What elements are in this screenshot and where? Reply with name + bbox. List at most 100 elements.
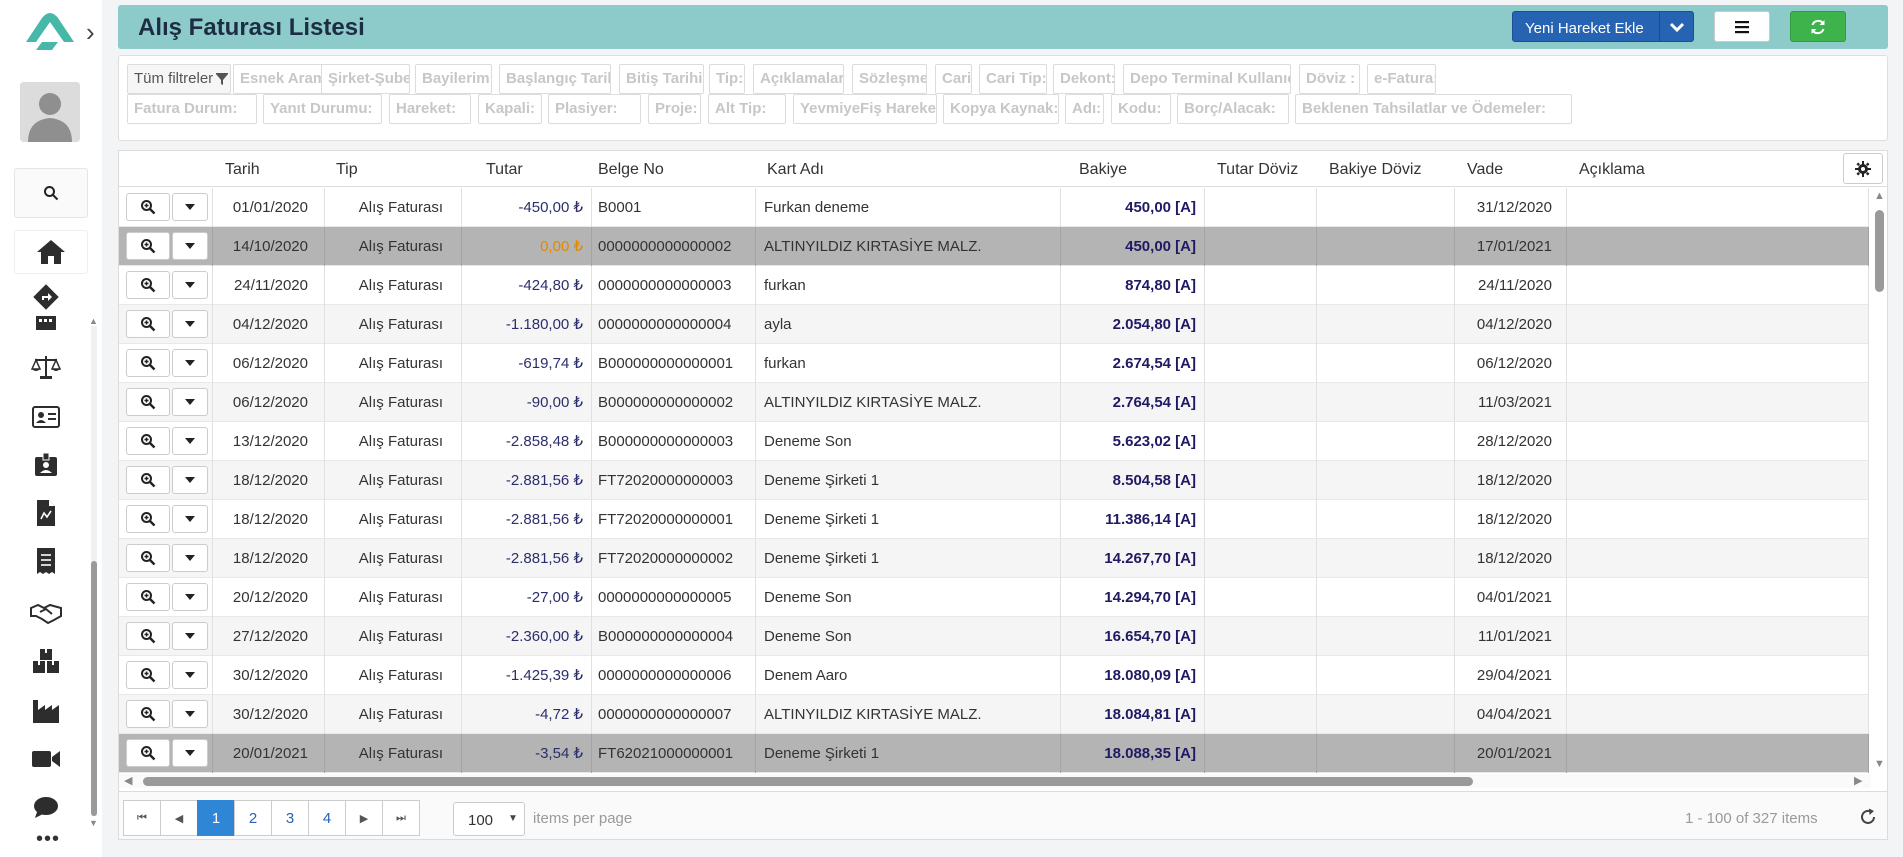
row-detail-button[interactable]: [126, 466, 170, 494]
prev-page-button[interactable]: ◀: [160, 800, 198, 836]
table-row[interactable]: 30/12/2020 Alış Faturası -1.425,39 ₺ 000000…: [119, 656, 1869, 695]
table-row[interactable]: 18/12/2020 Alış Faturası -2.881,56 ₺ FT7202…: [119, 461, 1869, 500]
sidebar-item-production[interactable]: [28, 696, 64, 726]
row-detail-button[interactable]: [126, 232, 170, 260]
filter-chip[interactable]: Döviz :: [1299, 64, 1360, 94]
row-detail-button[interactable]: [126, 271, 170, 299]
first-page-button[interactable]: ⏮: [123, 800, 161, 836]
column-header-tip[interactable]: Tip: [336, 161, 358, 179]
table-row[interactable]: 04/12/2020 Alış Faturası -1.180,00 ₺ 000000…: [119, 305, 1869, 344]
row-menu-button[interactable]: [172, 427, 208, 455]
sidebar-item-personnel[interactable]: [28, 450, 64, 480]
avatar[interactable]: [20, 82, 80, 142]
filter-chip[interactable]: Esnek Arama:: [233, 64, 331, 94]
filter-chip[interactable]: Sözleşme:: [852, 64, 927, 94]
page-button-4[interactable]: 4: [308, 800, 346, 836]
table-row[interactable]: 06/12/2020 Alış Faturası -619,74 ₺ B0000000…: [119, 344, 1869, 383]
table-row[interactable]: 01/01/2020 Alış Faturası -450,00 ₺ B0001 Fur…: [119, 188, 1869, 227]
row-detail-button[interactable]: [126, 739, 170, 767]
sidebar-item-scale[interactable]: [28, 352, 64, 382]
sidebar-item-messages[interactable]: [28, 792, 64, 822]
filter-chip[interactable]: Tip:: [709, 64, 745, 94]
filter-chip[interactable]: Depo Terminal Kullanıcı:: [1123, 64, 1291, 94]
page-button-1[interactable]: 1: [197, 800, 235, 836]
filter-chip[interactable]: Başlangıç Tarihi:: [499, 64, 611, 94]
refresh-button[interactable]: [1790, 11, 1846, 42]
filter-chip[interactable]: Cari Tip:: [979, 64, 1047, 94]
row-menu-button[interactable]: [172, 310, 208, 338]
table-row[interactable]: 27/12/2020 Alış Faturası -2.360,00 ₺ B00000…: [119, 617, 1869, 656]
row-detail-button[interactable]: [126, 193, 170, 221]
row-menu-button[interactable]: [172, 193, 208, 221]
reload-icon[interactable]: [1859, 808, 1877, 826]
filter-chip[interactable]: Şirket-Şube:: [321, 64, 410, 94]
filter-chip[interactable]: Proje:: [648, 94, 701, 124]
row-detail-button[interactable]: [126, 349, 170, 377]
row-menu-button[interactable]: [172, 700, 208, 728]
filter-chip[interactable]: Açıklamalar:: [753, 64, 844, 94]
column-header-belge-no[interactable]: Belge No: [598, 161, 664, 179]
all-filters-button[interactable]: Tüm filtreler: [127, 64, 231, 94]
row-detail-button[interactable]: [126, 505, 170, 533]
column-header-tutar-doviz[interactable]: Tutar Döviz: [1217, 161, 1298, 179]
column-header-kart-adi[interactable]: Kart Adı: [767, 161, 824, 179]
sidebar-item-video[interactable]: [28, 744, 64, 774]
filter-chip[interactable]: Beklenen Tahsilatlar ve Ödemeler:: [1295, 94, 1572, 124]
row-menu-button[interactable]: [172, 505, 208, 533]
column-header-tarih[interactable]: Tarih: [225, 161, 260, 179]
sidebar-item-agreements[interactable]: [28, 598, 64, 628]
page-button-3[interactable]: 3: [271, 800, 309, 836]
table-row[interactable]: 18/12/2020 Alış Faturası -2.881,56 ₺ FT7202…: [119, 539, 1869, 578]
grid-settings-button[interactable]: [1843, 153, 1883, 184]
row-menu-button[interactable]: [172, 232, 208, 260]
filter-chip[interactable]: Adı:: [1065, 94, 1104, 124]
filter-chip[interactable]: Bayilerim:: [415, 64, 492, 94]
chevron-down-icon[interactable]: [1665, 16, 1689, 38]
sidebar-expand-icon[interactable]: ›: [86, 18, 100, 46]
sidebar-scrollbar[interactable]: ▲ ▼: [88, 316, 98, 828]
row-menu-button[interactable]: [172, 661, 208, 689]
table-row[interactable]: 13/12/2020 Alış Faturası -2.858,48 ₺ B00000…: [119, 422, 1869, 461]
row-detail-button[interactable]: [126, 700, 170, 728]
row-menu-button[interactable]: [172, 544, 208, 572]
row-menu-button[interactable]: [172, 349, 208, 377]
grid-vertical-scrollbar[interactable]: ▲ ▼: [1871, 188, 1887, 773]
brand-logo[interactable]: [22, 10, 78, 56]
table-row[interactable]: 24/11/2020 Alış Faturası -424,80 ₺ 00000000…: [119, 266, 1869, 305]
column-header-tutar[interactable]: Tutar: [486, 161, 523, 179]
column-header-vade[interactable]: Vade: [1467, 161, 1503, 179]
page-button-2[interactable]: 2: [234, 800, 272, 836]
more-icon[interactable]: •••: [36, 829, 60, 849]
row-detail-button[interactable]: [126, 427, 170, 455]
last-page-button[interactable]: ⏭: [382, 800, 420, 836]
row-menu-button[interactable]: [172, 466, 208, 494]
row-menu-button[interactable]: [172, 739, 208, 767]
new-movement-button[interactable]: Yeni Hareket Ekle: [1512, 11, 1694, 42]
row-detail-button[interactable]: [126, 622, 170, 650]
filter-chip[interactable]: Hareket:: [389, 94, 471, 124]
row-menu-button[interactable]: [172, 271, 208, 299]
sidebar-item-contacts[interactable]: [28, 402, 64, 432]
table-row[interactable]: 20/01/2021 Alış Faturası -3,54 ₺ FT62021000…: [119, 734, 1869, 773]
row-detail-button[interactable]: [126, 310, 170, 338]
filter-chip[interactable]: YevmiyeFiş Hareket:: [793, 94, 937, 124]
column-header-aciklama[interactable]: Açıklama: [1579, 161, 1645, 179]
sidebar-item-calculator[interactable]: [28, 312, 64, 332]
sidebar-search-button[interactable]: [14, 168, 88, 218]
row-menu-button[interactable]: [172, 583, 208, 611]
grid-horizontal-scrollbar[interactable]: ◀ ▶: [119, 774, 1871, 788]
filter-chip[interactable]: Fatura Durum:: [127, 94, 257, 124]
row-detail-button[interactable]: [126, 388, 170, 416]
filter-chip[interactable]: Kapali:: [478, 94, 542, 124]
filter-chip[interactable]: Kodu:: [1111, 94, 1171, 124]
row-menu-button[interactable]: [172, 622, 208, 650]
menu-button[interactable]: [1714, 11, 1770, 42]
filter-chip[interactable]: Kopya Kaynak:: [943, 94, 1059, 124]
row-detail-button[interactable]: [126, 583, 170, 611]
filter-chip[interactable]: Dekont:: [1053, 64, 1115, 94]
table-row[interactable]: 18/12/2020 Alış Faturası -2.881,56 ₺ FT7202…: [119, 500, 1869, 539]
row-menu-button[interactable]: [172, 388, 208, 416]
sidebar-item-home[interactable]: [14, 230, 88, 274]
sidebar-item-inventory[interactable]: [28, 646, 64, 676]
sidebar-item-invoices[interactable]: [28, 498, 64, 528]
